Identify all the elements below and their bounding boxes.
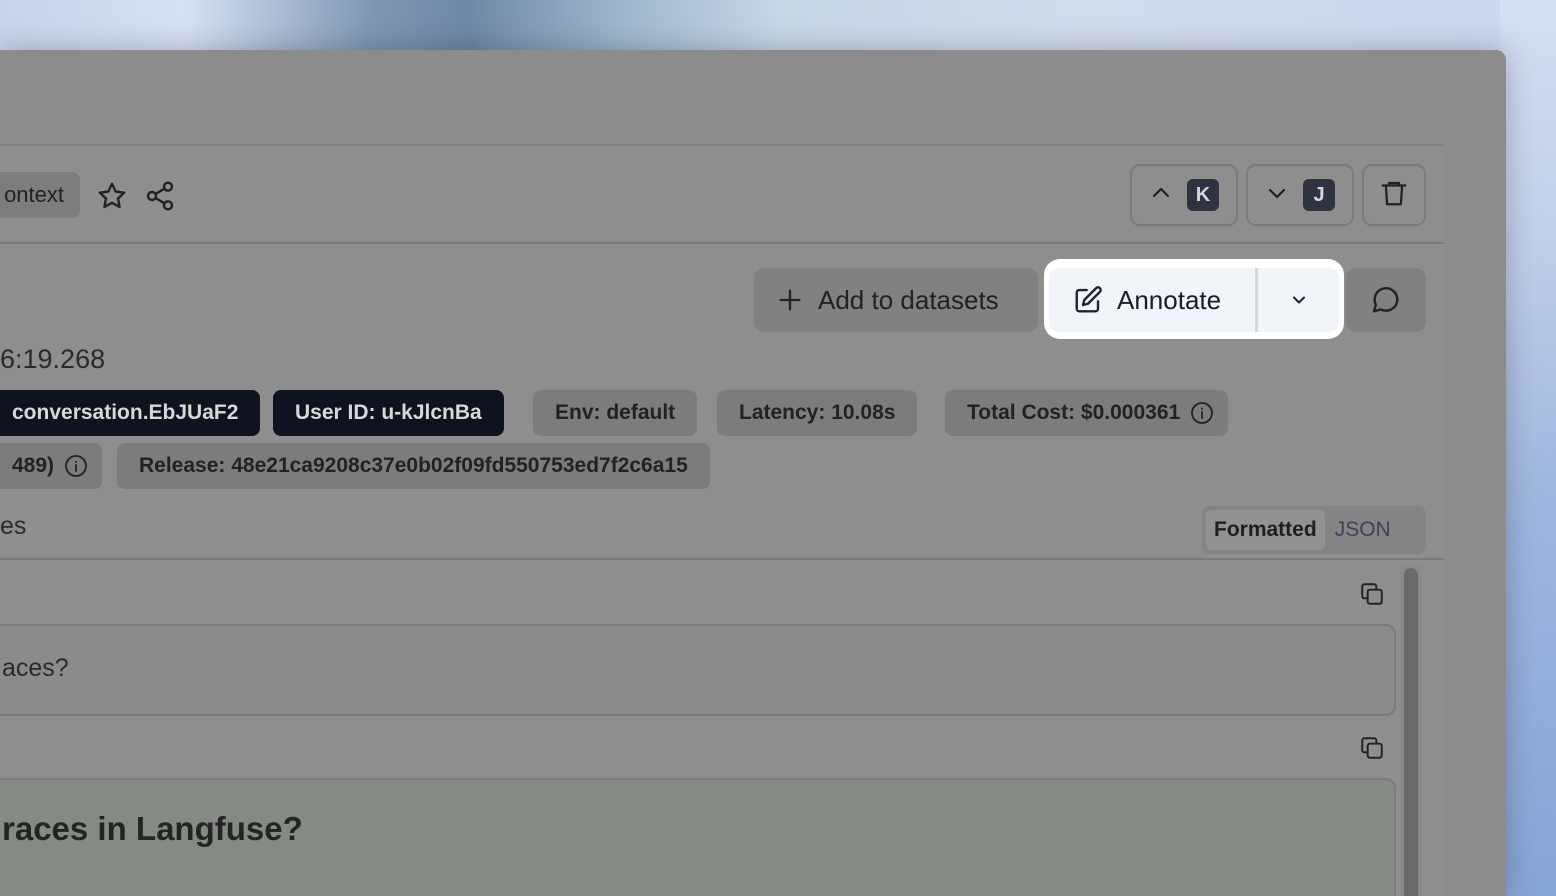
tokens-tag: 489) (0, 443, 103, 489)
copy-icon[interactable] (1356, 578, 1388, 610)
trace-timestamp: 6:19.268 (0, 344, 106, 374)
comments-button[interactable] (1346, 268, 1426, 332)
annotate-label: Annotate (1117, 284, 1222, 315)
view-mode-toggle: Formatted JSON (1202, 506, 1426, 554)
add-to-datasets-label: Add to datasets (818, 284, 999, 315)
next-trace-button[interactable]: J (1246, 164, 1354, 226)
tokens-label: 489) (12, 454, 55, 477)
latency-tag: Latency: 10.08s (717, 390, 918, 436)
shortcut-key-k: K (1187, 179, 1219, 211)
annotate-button[interactable]: Annotate (1049, 268, 1255, 332)
plus-icon (776, 286, 804, 314)
trash-icon (1379, 178, 1409, 213)
message-circle-icon (1370, 284, 1402, 316)
add-to-datasets-button[interactable]: Add to datasets (754, 268, 1038, 332)
input-message-box: aces? (0, 624, 1396, 716)
json-tab[interactable]: JSON (1325, 518, 1401, 542)
session-tag[interactable]: conversation.EbJUaF2 (0, 390, 261, 436)
io-section-label: es (0, 512, 27, 540)
output-message-heading: races in Langfuse? (2, 810, 303, 847)
release-tag: Release: 48e21ca9208c37e0b02f09fd550753e… (117, 443, 710, 489)
trace-panel: ontext K J 6:19.268 conversation.EbJUaF2… (0, 144, 1444, 896)
total-cost-label: Total Cost: $0.000361 (967, 401, 1181, 424)
share-icon[interactable] (140, 176, 180, 216)
trace-header-bar: ontext K J (0, 146, 1444, 244)
total-cost-tag: Total Cost: $0.000361 (945, 390, 1229, 436)
env-tag: Env: default (533, 390, 698, 436)
chevron-down-icon (1289, 290, 1309, 310)
copy-icon[interactable] (1356, 732, 1388, 764)
section-divider (0, 558, 1444, 560)
scrollbar-thumb[interactable] (1404, 568, 1418, 896)
info-icon[interactable] (64, 454, 88, 478)
user-id-tag[interactable]: User ID: u-kJlcnBa (273, 390, 504, 436)
formatted-tab[interactable]: Formatted (1206, 510, 1325, 550)
context-chip[interactable]: ontext (0, 172, 80, 218)
chevron-down-icon (1265, 181, 1289, 210)
delete-trace-button[interactable] (1362, 164, 1426, 226)
chevron-up-icon (1149, 181, 1173, 210)
info-icon[interactable] (1190, 401, 1214, 425)
edit-icon (1073, 285, 1103, 315)
output-message-box: races in Langfuse? (0, 778, 1396, 896)
star-icon[interactable] (92, 176, 132, 216)
trace-window: ontext K J 6:19.268 conversation.EbJUaF2… (0, 50, 1506, 896)
desktop-background (1500, 0, 1556, 896)
annotate-dropdown-button[interactable] (1258, 268, 1339, 332)
previous-trace-button[interactable]: K (1130, 164, 1238, 226)
annotate-button-group: Annotate (1049, 268, 1339, 332)
shortcut-key-j: J (1303, 179, 1335, 211)
input-message-text: aces? (2, 654, 69, 682)
